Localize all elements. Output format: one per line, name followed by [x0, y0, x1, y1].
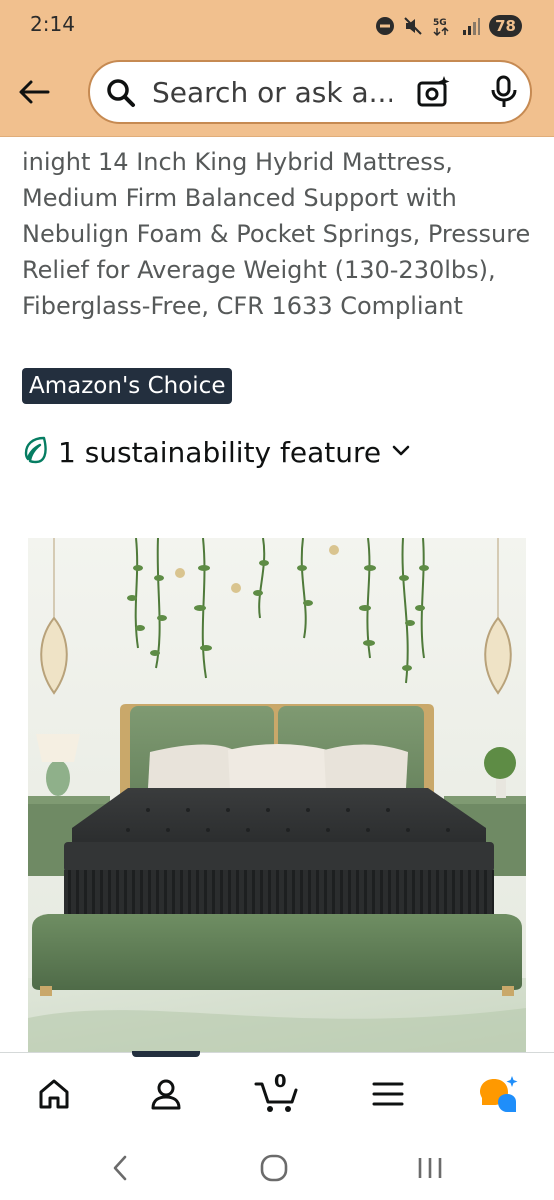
search-box[interactable] [88, 60, 532, 124]
signal-icon [461, 16, 481, 36]
svg-text:5G: 5G [433, 18, 447, 28]
microphone-icon[interactable] [486, 74, 522, 114]
status-bar: 2:14 5G 78 [0, 0, 554, 52]
account-tab[interactable] [136, 1069, 196, 1119]
do-not-disturb-icon [375, 16, 395, 36]
cart-count: 0 [274, 1071, 287, 1092]
system-recents-button[interactable] [410, 1150, 450, 1186]
home-tab[interactable] [24, 1069, 84, 1119]
mattress-photo [28, 538, 526, 1054]
sustainability-feature-toggle[interactable]: 1 sustainability feature [22, 430, 411, 474]
battery-icon: 78 [489, 15, 522, 37]
product-image[interactable] [28, 538, 526, 1054]
mute-icon [403, 16, 423, 36]
bottom-navigation: 0 [0, 1051, 554, 1137]
system-back-button[interactable] [100, 1150, 140, 1186]
system-home-button[interactable] [254, 1150, 294, 1186]
chevron-down-icon [391, 443, 411, 462]
home-circle-icon [260, 1154, 288, 1182]
back-button[interactable] [14, 72, 54, 112]
rufus-tab[interactable] [468, 1069, 528, 1119]
search-input[interactable] [152, 74, 392, 110]
sustainability-text: 1 sustainability feature [58, 435, 382, 469]
arrow-left-icon [19, 80, 50, 104]
cart-tab[interactable]: 0 [246, 1069, 306, 1119]
recents-icon [418, 1158, 442, 1178]
camera-sparkle-icon[interactable] [416, 74, 452, 114]
chevron-left-icon [113, 1155, 127, 1181]
5g-icon: 5G [431, 15, 453, 37]
search-icon [106, 78, 136, 112]
leaf-icon [22, 435, 48, 469]
account-icon [151, 1079, 181, 1110]
home-icon [39, 1079, 69, 1109]
status-icons: 5G 78 [375, 14, 522, 38]
rufus-icon [480, 1076, 518, 1112]
search-header [0, 52, 554, 137]
menu-tab[interactable] [358, 1069, 418, 1119]
menu-icon [372, 1082, 404, 1106]
system-navigation-bar [0, 1136, 554, 1200]
product-title: inight 14 Inch King Hybrid Mattress, Med… [22, 148, 531, 320]
nav-active-indicator [132, 1051, 200, 1057]
status-time: 2:14 [30, 12, 75, 36]
amazons-choice-badge: Amazon's Choice [22, 368, 233, 404]
